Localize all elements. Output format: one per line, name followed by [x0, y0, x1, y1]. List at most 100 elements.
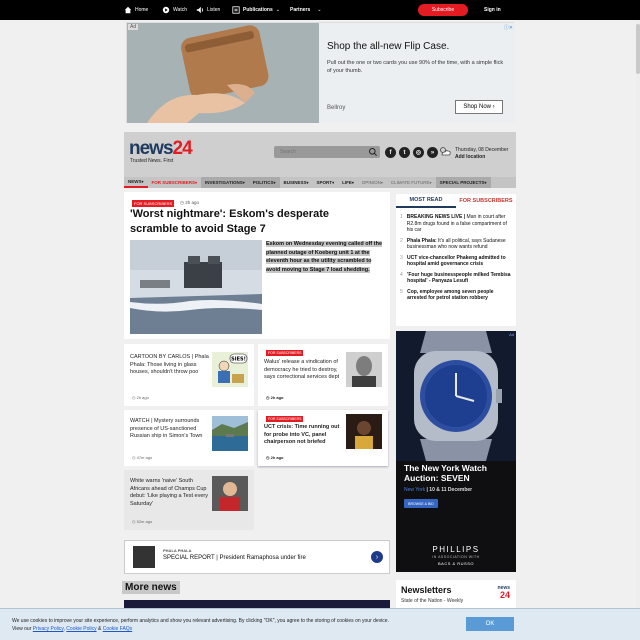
- most-read-item[interactable]: 2 Phala Phala: It's all political, says S…: [400, 238, 512, 251]
- nav-item-8[interactable]: CLIMATE FUTURE ▾: [387, 177, 436, 188]
- most-read-panel: MOST READ FOR SUBSCRIBERS 1 BREAKING NEWS…: [396, 194, 516, 326]
- chevron-right-icon[interactable]: ›: [371, 551, 383, 563]
- ad-close-icon[interactable]: ⓘ✕: [504, 24, 513, 31]
- nav-item-label: LIFE: [342, 180, 352, 185]
- item-title[interactable]: UCT vice-chancellor Phakeng admitted to …: [407, 255, 512, 268]
- more-news-heading: More news: [122, 581, 180, 594]
- partners-menu[interactable]: Partners ⌄: [290, 0, 322, 20]
- nav-item-5[interactable]: SPORT ▾: [313, 177, 339, 188]
- item-number: 3: [400, 254, 403, 261]
- special-report-label: PHALA PHALA: [163, 548, 192, 553]
- watch-image: [396, 331, 516, 461]
- story-title[interactable]: Walus' release a vindication of democrac…: [264, 359, 344, 382]
- story-title[interactable]: CARTOON BY CARLOS | Phala Phala: Those l…: [130, 354, 210, 377]
- ad-headline: The New York Watch Auction: SEVEN: [404, 463, 487, 483]
- chevron-down-icon: ▾: [242, 180, 245, 185]
- current-date: Thursday, 08 December: [455, 147, 509, 153]
- story-card-cartoon[interactable]: CARTOON BY CARLOS | Phala Phala: Those l…: [124, 344, 254, 406]
- item-title[interactable]: Cop, employee among seven people arreste…: [407, 289, 512, 302]
- home-label: Home: [135, 7, 149, 13]
- social-links: f t ◎ »: [385, 147, 438, 158]
- nav-item-label: CLIMATE FUTURE: [390, 180, 430, 185]
- special-report-title[interactable]: SPECIAL REPORT | President Ramaphosa und…: [163, 555, 306, 561]
- tab-for-subscribers[interactable]: FOR SUBSCRIBERS: [456, 194, 516, 208]
- nav-item-3[interactable]: POLITICS ▾: [248, 177, 280, 188]
- nav-item-2[interactable]: INVESTIGATIONS ▾: [201, 177, 249, 188]
- cookie-consent-banner: We use cookies to improve your site expe…: [0, 608, 640, 640]
- chevron-down-icon: ▾: [306, 180, 309, 185]
- most-read-item[interactable]: 3 UCT vice-chancellor Phakeng admitted to…: [400, 255, 512, 268]
- story-title[interactable]: WATCH | Mystery surrounds presence of US…: [130, 418, 210, 441]
- add-location-link[interactable]: Add location: [455, 154, 485, 160]
- item-title[interactable]: BREAKING NEWS LIVE | Man in court after …: [407, 214, 512, 234]
- news24-logo: news 24: [497, 585, 510, 600]
- newsletter-name[interactable]: State of the Nation - Weekly: [401, 598, 463, 604]
- ad-shop-now-button[interactable]: Shop Now ›: [455, 100, 503, 114]
- page-scrollbar[interactable]: [636, 20, 640, 608]
- chevron-down-icon: ▾: [141, 179, 144, 184]
- most-read-item[interactable]: 4 'Four huge businesspeople milked Tembis…: [400, 272, 512, 285]
- item-title[interactable]: Phala Phala: It's all political, says Su…: [407, 238, 512, 251]
- story-thumbnail[interactable]: [212, 416, 248, 451]
- nav-item-label: FOR SUBSCRIBERS: [151, 180, 196, 185]
- subscribe-button[interactable]: Subscribe: [418, 4, 468, 16]
- chevron-down-icon: ▾: [429, 180, 432, 185]
- story-time: ◷ 2h ago: [266, 455, 284, 460]
- nav-item-9[interactable]: SPECIAL PROJECTS ▾: [435, 177, 491, 188]
- story-title[interactable]: UCT crisis: Time running out for probe i…: [264, 424, 344, 447]
- most-read-list: 1 BREAKING NEWS LIVE | Man in court after…: [400, 214, 512, 306]
- most-read-item[interactable]: 5 Cop, employee among seven people arrest…: [400, 289, 512, 302]
- story-time: ◷ 2h ago: [132, 395, 149, 400]
- browse-bid-button[interactable]: BROWSE & BID: [404, 499, 438, 508]
- nav-item-0[interactable]: NEWS ▾: [124, 177, 148, 188]
- story-card-walus[interactable]: FOR SUBSCRIBERS Walus' release a vindica…: [258, 344, 388, 406]
- listen-label: Listen: [207, 7, 221, 13]
- story-title[interactable]: White warns 'naive' South Africans ahead…: [130, 478, 210, 508]
- cookie-policy-link[interactable]: Cookie Policy: [66, 626, 96, 632]
- facebook-icon[interactable]: f: [385, 147, 396, 158]
- sign-in-link[interactable]: Sign in: [484, 4, 501, 16]
- special-report-banner[interactable]: PHALA PHALA SPECIAL REPORT | President R…: [124, 540, 390, 574]
- play-icon: [162, 6, 170, 14]
- story-card-uct[interactable]: FOR SUBSCRIBERS UCT crisis: Time running…: [258, 410, 388, 466]
- news24-logo[interactable]: news24: [129, 138, 193, 160]
- search-icon[interactable]: [368, 147, 378, 157]
- story-thumbnail[interactable]: SIES!: [212, 352, 248, 387]
- story-time: ◷ 2h ago: [180, 200, 199, 205]
- scrollbar-thumb[interactable]: [636, 24, 640, 74]
- lead-story-image[interactable]: [130, 240, 262, 334]
- nav-item-6[interactable]: LIFE ▾: [338, 177, 358, 188]
- top-banner-ad[interactable]: Shop the all-new Flip Case. Pull out the…: [126, 22, 515, 123]
- cookie-ok-button[interactable]: OK: [466, 617, 514, 631]
- weather-icon[interactable]: [438, 146, 452, 157]
- tab-most-read[interactable]: MOST READ: [396, 194, 456, 208]
- nav-item-label: BUSINESS: [283, 180, 307, 185]
- story-thumbnail[interactable]: [212, 476, 248, 511]
- lead-story-title[interactable]: 'Worst nightmare': Eskom's desperate scr…: [130, 207, 370, 237]
- ad-headline: Shop the all-new Flip Case.: [327, 41, 450, 52]
- privacy-policy-link[interactable]: Privacy Policy: [33, 626, 64, 632]
- cookie-faqs-link[interactable]: Cookie FAQs: [103, 626, 132, 632]
- most-read-item[interactable]: 1 BREAKING NEWS LIVE | Man in court after…: [400, 214, 512, 234]
- watch-auction-ad[interactable]: Ad The New York Watch Auction: SEVEN New…: [396, 331, 516, 572]
- story-card-champs-cup[interactable]: White warns 'naive' South Africans ahead…: [124, 470, 254, 530]
- instagram-icon[interactable]: ◎: [413, 147, 424, 158]
- lead-story[interactable]: FOR SUBSCRIBERS ◷ 2h ago 'Worst nightmar…: [124, 192, 390, 339]
- home-link[interactable]: Home: [124, 0, 148, 20]
- subscribers-tag: FOR SUBSCRIBERS: [266, 416, 304, 422]
- nav-item-1[interactable]: FOR SUBSCRIBERS ▾: [148, 177, 202, 188]
- nav-item-label: SPECIAL PROJECTS: [439, 180, 485, 185]
- twitter-icon[interactable]: t: [399, 147, 410, 158]
- story-thumbnail[interactable]: [346, 352, 382, 387]
- story-thumbnail[interactable]: [346, 414, 382, 449]
- rss-icon[interactable]: »: [427, 147, 438, 158]
- story-card-russian-ship[interactable]: WATCH | Mystery surrounds presence of US…: [124, 410, 254, 466]
- item-title[interactable]: 'Four huge businesspeople milked Tembisa…: [407, 272, 512, 285]
- nav-item-7[interactable]: OPINION ▾: [358, 177, 387, 188]
- search-input[interactable]: [280, 148, 364, 156]
- listen-link[interactable]: Listen: [196, 0, 220, 20]
- watch-link[interactable]: Watch: [162, 0, 187, 20]
- publications-menu[interactable]: Publications ⌄: [232, 0, 280, 20]
- item-number: 2: [400, 237, 403, 244]
- nav-item-4[interactable]: BUSINESS ▾: [280, 177, 313, 188]
